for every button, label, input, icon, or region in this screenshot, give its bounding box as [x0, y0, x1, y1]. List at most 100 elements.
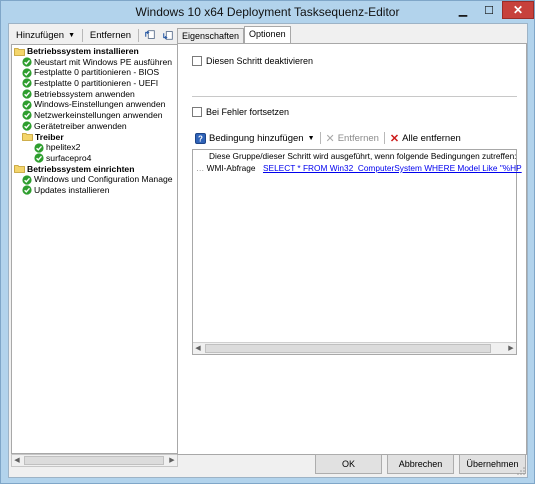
tree-item[interactable]: Windows und Configuration Manage [12, 174, 177, 185]
checkbox-box[interactable] [192, 107, 202, 117]
tree-item[interactable]: Betriebssystem anwenden [12, 89, 177, 100]
tab-options[interactable]: Optionen [244, 26, 291, 43]
scroll-left-icon[interactable]: ◀ [193, 343, 203, 354]
help-icon: ? [195, 132, 206, 144]
ok-button[interactable]: OK [315, 454, 382, 474]
tree-horizontal-scrollbar[interactable]: ◀ ▶ [11, 454, 178, 467]
remove-all-x-icon: ✕ [389, 132, 400, 145]
check-icon [22, 185, 32, 195]
tree-item[interactable]: Festplatte 0 partitionieren - UEFI [12, 78, 177, 89]
continue-on-error-checkbox[interactable]: Bei Fehler fortsetzen [192, 107, 289, 117]
tree-item-label: Betriebssystem einrichten [27, 163, 135, 174]
tree-item-label: Gerätetreiber anwenden [34, 120, 127, 131]
tab-strip: Eigenschaften Optionen [177, 26, 291, 44]
move-down-icon[interactable] [162, 28, 174, 42]
close-button[interactable]: ✕ [502, 1, 534, 19]
cancel-button[interactable]: Abbrechen [387, 454, 454, 474]
tree-item-label: Betriebssystem installieren [27, 46, 139, 56]
add-label: Hinzufügen [16, 29, 65, 41]
minimize-button[interactable]: ▁ [450, 1, 476, 19]
scrollbar-thumb[interactable] [24, 456, 164, 465]
check-icon [22, 57, 32, 67]
tree-item-label: surfacepro4 [46, 152, 92, 163]
continue-on-error-label: Bei Fehler fortsetzen [206, 107, 290, 117]
tree-item-label: hpelitex2 [46, 142, 81, 153]
check-icon [22, 68, 32, 78]
remove-button[interactable]: Entfernen [85, 27, 136, 43]
check-icon [34, 142, 44, 153]
title-bar[interactable]: Windows 10 x64 Deployment Tasksequenz-Ed… [1, 1, 534, 23]
tree-item-label: Festplatte 0 partitionieren - UEFI [34, 78, 159, 89]
condition-type-label: WMI-Abfrage [206, 163, 256, 173]
tree-item[interactable]: Festplatte 0 partitionieren - BIOS [12, 67, 177, 78]
tree-item-label: Updates installieren [34, 184, 110, 195]
condition-query-link[interactable]: SELECT * FROM Win32_ComputerSystem WHERE… [263, 163, 522, 173]
client-area: Hinzufügen ▼ Entfernen Betriebssystem in… [8, 23, 528, 478]
maximize-button[interactable]: ☐ [476, 1, 502, 19]
check-icon [22, 121, 32, 131]
tree-item-label: Netzwerkeinstellungen anwenden [34, 110, 163, 121]
remove-condition-label: Entfernen [337, 132, 379, 144]
tree-connector: … [196, 163, 205, 173]
resize-grip-icon[interactable] [517, 467, 525, 475]
sequence-toolbar: Hinzufügen ▼ Entfernen [11, 26, 177, 44]
remove-all-label: Alle entfernen [402, 132, 461, 144]
tree-item[interactable]: Updates installieren [12, 185, 177, 196]
remove-all-conditions-button[interactable]: ✕ Alle entfernen [387, 130, 464, 146]
conditions-header: Diese Gruppe/dieser Schritt wird ausgefü… [209, 151, 517, 161]
folder-icon [22, 133, 33, 142]
tab-properties[interactable]: Eigenschaften [177, 28, 245, 43]
check-icon [22, 89, 32, 99]
scrollbar-thumb[interactable] [205, 344, 491, 353]
scroll-right-icon[interactable]: ▶ [167, 455, 177, 466]
tree-item-label: Windows und Configuration Manage [34, 174, 173, 185]
scroll-right-icon[interactable]: ▶ [506, 343, 516, 354]
add-condition-button[interactable]: ? Bedingung hinzufügen ▼ [192, 130, 318, 146]
remove-x-icon: ✕ [325, 132, 335, 145]
apply-button[interactable]: Übernehmen [459, 454, 526, 474]
tree-item-label: Windows-Einstellungen anwenden [34, 99, 166, 110]
dropdown-arrow-icon: ▼ [307, 134, 315, 142]
scroll-left-icon[interactable]: ◀ [12, 455, 22, 466]
folder-icon [14, 165, 25, 174]
toolbar-separator [319, 132, 321, 144]
tree-item-label: Treiber [35, 131, 64, 142]
conditions-horizontal-scrollbar[interactable]: ◀ ▶ [193, 342, 516, 354]
check-icon [22, 174, 32, 185]
main-window: Windows 10 x64 Deployment Tasksequenz-Ed… [0, 0, 535, 484]
options-panel: Diesen Schritt deaktivieren Bei Fehler f… [177, 43, 527, 455]
tree-item[interactable]: hpelitex2 [12, 142, 177, 153]
move-up-icon[interactable] [144, 28, 156, 42]
add-condition-label: Bedingung hinzufügen [209, 132, 304, 144]
toolbar-separator [138, 28, 139, 42]
tree-item-label: Neustart mit Windows PE ausführen [34, 56, 173, 67]
tree-item[interactable]: Netzwerkeinstellungen anwenden [12, 110, 177, 121]
divider [192, 96, 517, 97]
conditions-list[interactable]: Diese Gruppe/dieser Schritt wird ausgefü… [192, 149, 522, 355]
check-icon [34, 153, 44, 163]
check-icon [22, 110, 32, 121]
condition-type[interactable]: … WMI-Abfrage [196, 163, 255, 173]
checkbox-box[interactable] [192, 56, 202, 66]
tree-item[interactable]: Neustart mit Windows PE ausführen [12, 57, 177, 68]
check-icon [22, 78, 32, 89]
disable-step-checkbox[interactable]: Diesen Schritt deaktivieren [192, 56, 313, 66]
disable-step-label: Diesen Schritt deaktivieren [206, 56, 314, 66]
tree-item[interactable]: surfacepro4 [12, 153, 177, 164]
dropdown-arrow-icon: ▼ [68, 31, 75, 39]
tree-item[interactable]: Treiber [12, 132, 177, 143]
toolbar-separator [383, 132, 385, 144]
tree-item-label: Festplatte 0 partitionieren - BIOS [34, 67, 160, 78]
check-icon [22, 100, 32, 110]
tree-item[interactable]: Gerätetreiber anwenden [12, 121, 177, 132]
tree-item[interactable]: Windows-Einstellungen anwenden [12, 99, 177, 110]
add-dropdown-button[interactable]: Hinzufügen ▼ [11, 27, 80, 43]
conditions-toolbar: ? Bedingung hinzufügen ▼ ✕ Entfernen ✕ A… [192, 129, 517, 147]
remove-condition-button[interactable]: ✕ Entfernen [323, 130, 382, 146]
tree-item-label: Betriebssystem anwenden [34, 88, 135, 99]
tree-item[interactable]: Betriebssystem einrichten [12, 164, 177, 175]
tree-item[interactable]: Betriebssystem installieren [12, 46, 177, 57]
task-sequence-tree[interactable]: Betriebssystem installieren Neustart mit … [11, 44, 178, 454]
svg-text:?: ? [198, 134, 203, 143]
toolbar-separator [82, 28, 83, 42]
